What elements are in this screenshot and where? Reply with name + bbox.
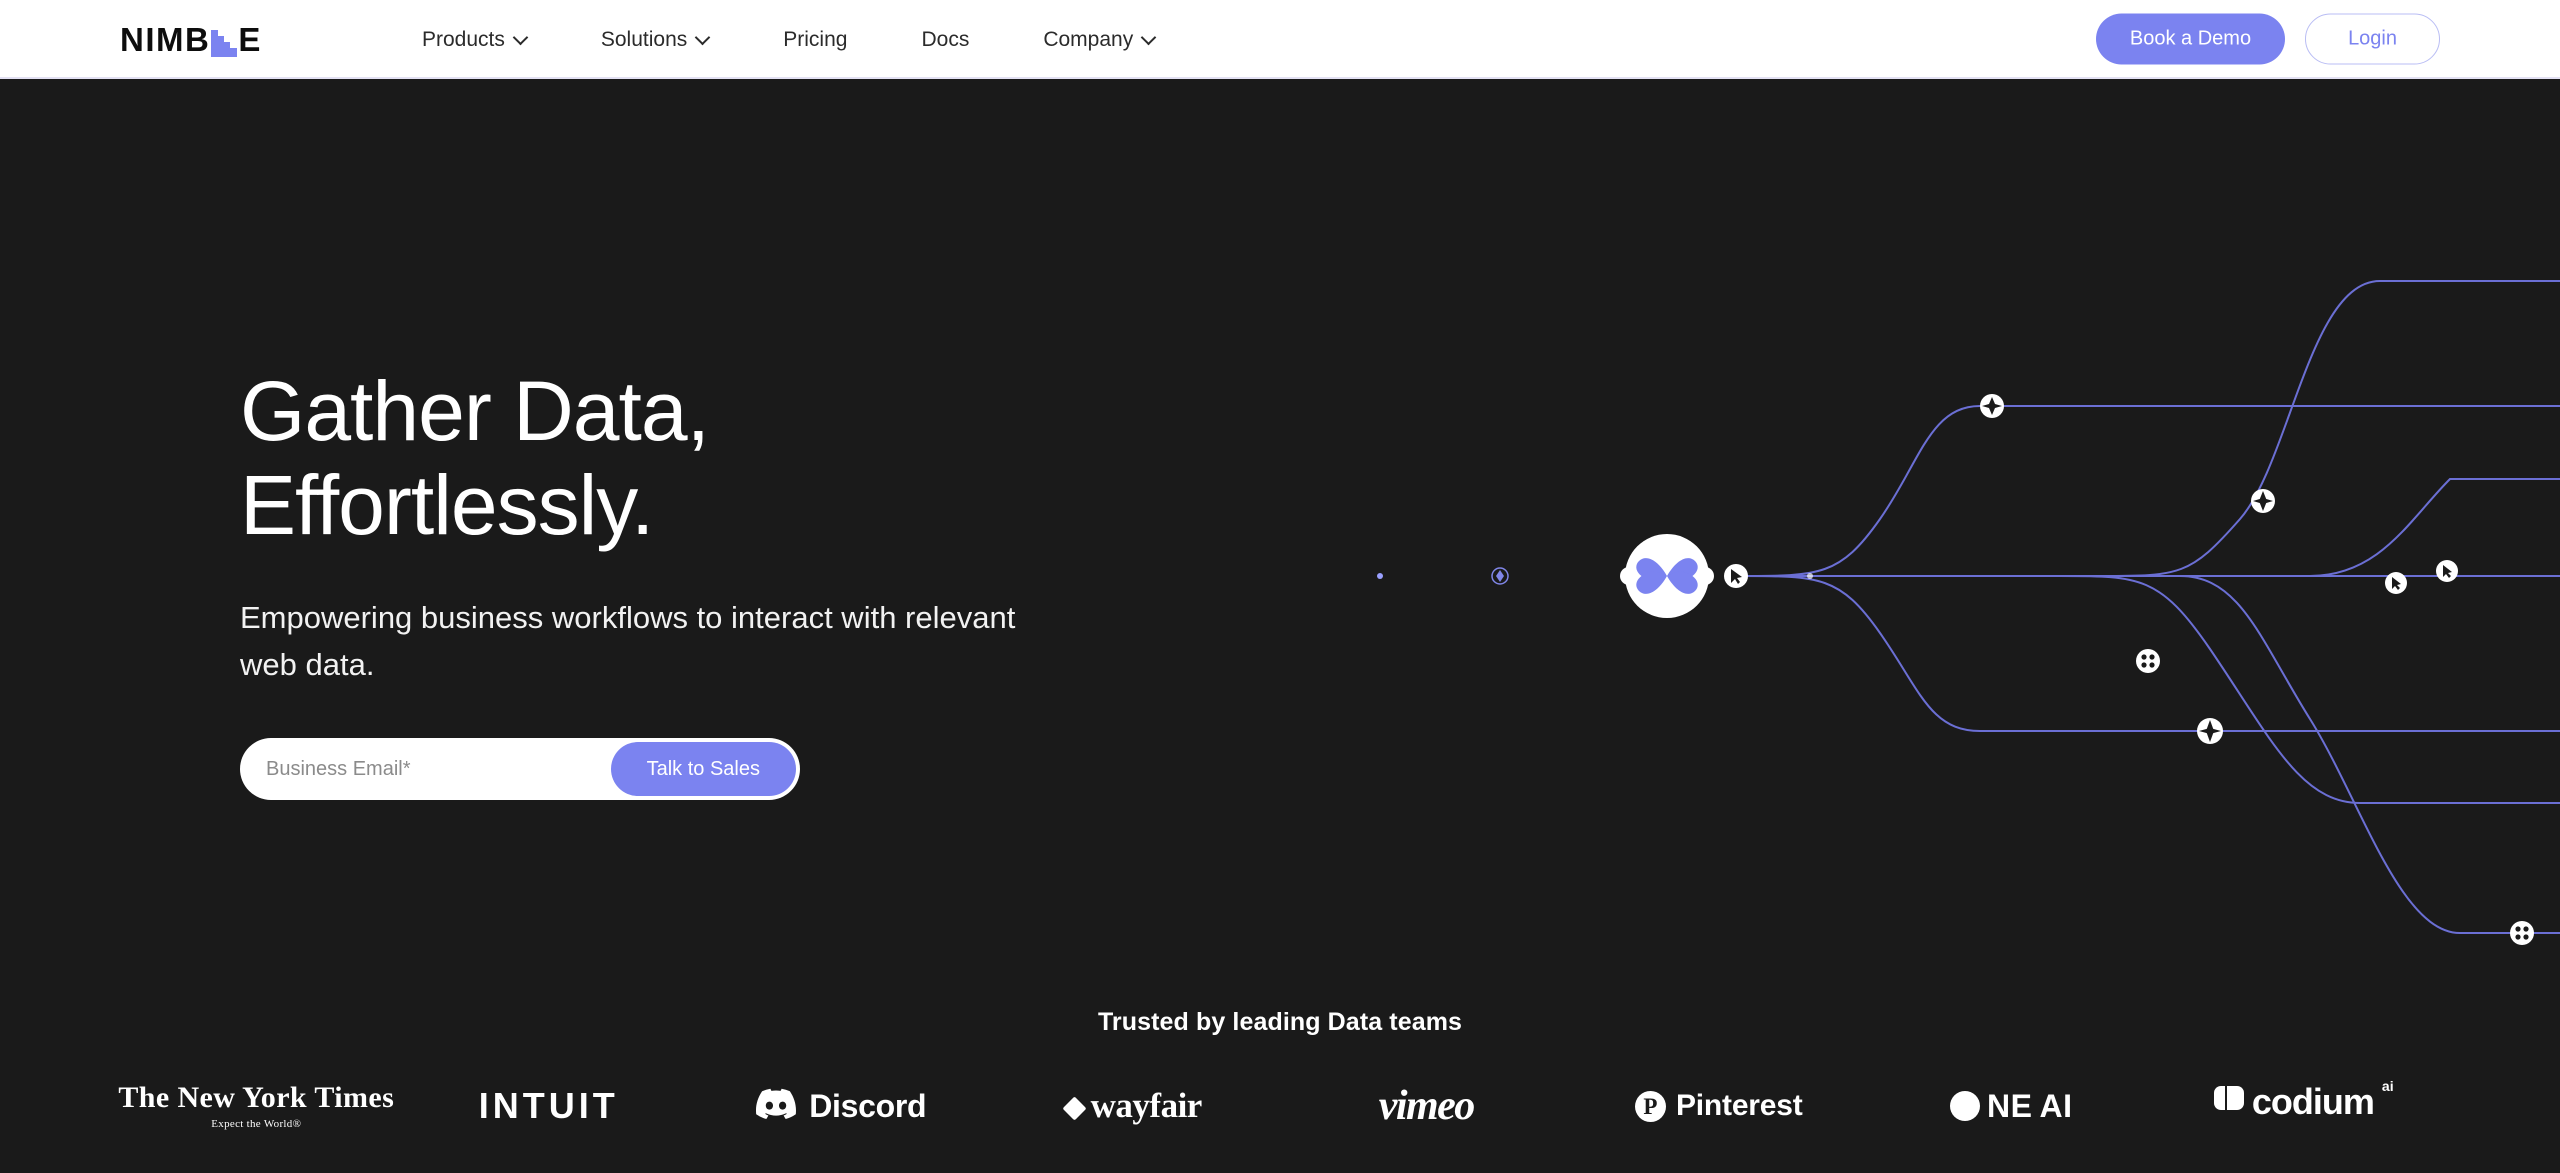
grid-dots-icon-node	[2136, 649, 2160, 673]
chevron-down-icon	[696, 31, 709, 44]
discord-logo-text: Discord	[809, 1087, 927, 1124]
pinterest-logo-text: Pinterest	[1675, 1089, 1803, 1122]
diamond-icon-node	[2251, 489, 2275, 513]
nyt-logo-text: The New York Times	[118, 1080, 395, 1114]
stairs-chart-icon	[211, 29, 238, 57]
login-button[interactable]: Login	[2305, 13, 2440, 64]
spine-dot	[1807, 573, 1813, 579]
header-actions: Book a Demo Login	[2095, 13, 2440, 64]
oneai-logo-text-part2: AI	[2039, 1087, 2073, 1124]
client-logo-nyt: The New York Times Expect the World®	[110, 1076, 403, 1136]
data-flow-diagram	[1180, 219, 2560, 999]
page-title: Gather Data, Effortlessly.	[240, 364, 1080, 552]
trusted-by-title: Trusted by leading Data teams	[1097, 1008, 1463, 1036]
grid-dots-icon-node	[2510, 921, 2534, 945]
hero-section: Gather Data, Effortlessly. Empowering bu…	[0, 79, 2560, 1173]
nav-item-company[interactable]: Company	[1021, 29, 1177, 50]
logo-text-before: NIMB	[120, 20, 211, 58]
codium-logo-text: codium	[2251, 1081, 2375, 1122]
main-navigation: Products Solutions Pricing Docs Company	[400, 0, 1177, 79]
nav-item-products[interactable]: Products	[400, 29, 549, 50]
client-logo-intuit: INTUIT	[478, 1085, 619, 1126]
pinterest-p-icon: P	[1634, 1090, 1666, 1122]
cursor-icon-node	[2436, 560, 2458, 582]
business-email-input[interactable]	[240, 742, 611, 797]
nav-item-pricing[interactable]: Pricing	[761, 29, 869, 50]
wayfair-diamond-icon	[1062, 1095, 1087, 1121]
nav-item-solutions[interactable]: Solutions	[579, 29, 731, 50]
spine-dot	[1377, 573, 1383, 579]
chevron-down-icon	[1142, 31, 1155, 44]
nimble-logo[interactable]: NIMB E	[120, 20, 262, 58]
site-header: NIMB E Products Solutions Pricing Docs C…	[0, 0, 2560, 79]
client-logo-wayfair: wayfair	[988, 1076, 1281, 1136]
hero-title-line-2: Effortlessly.	[240, 458, 654, 553]
sparkle-icon-node	[1980, 394, 2004, 418]
nyt-logo-tagline: Expect the World®	[211, 1117, 302, 1130]
client-logo-discord: Discord	[695, 1076, 988, 1136]
logo-text-after: E	[238, 20, 262, 58]
oneai-logo-text-part1: NE	[1987, 1087, 2033, 1124]
nav-label: Pricing	[783, 28, 848, 51]
nav-label: Company	[1043, 28, 1134, 51]
codium-mark-icon	[2213, 1086, 2244, 1110]
trusted-by-section: Trusted by leading Data teams The New Yo…	[0, 1008, 2560, 1173]
codium-logo-suffix: ai	[2381, 1078, 2394, 1094]
nav-label: Docs	[921, 28, 970, 51]
nav-label: Products	[422, 28, 505, 51]
client-logo-row: The New York Times Expect the World® INT…	[0, 1073, 2560, 1139]
discord-mascot-icon	[756, 1088, 797, 1124]
nav-label: Solutions	[600, 28, 688, 51]
cursor-icon-node	[2385, 572, 2407, 594]
client-logo-vimeo: vimeo	[1378, 1083, 1476, 1129]
wayfair-logo-text: wayfair	[1090, 1086, 1203, 1125]
hero-subtitle: Empowering business workflows to interac…	[240, 600, 1016, 683]
hero-title-line-1: Gather Data,	[240, 364, 710, 458]
client-logo-pinterest: P Pinterest	[1573, 1076, 1866, 1136]
client-logo-oneai: NE AI	[1865, 1076, 2158, 1136]
diamond-icon-node	[2197, 718, 2223, 744]
oneai-circle-icon	[1950, 1091, 1981, 1121]
hero-copy: Gather Data, Effortlessly. Empowering bu…	[240, 364, 1080, 801]
book-a-demo-button[interactable]: Book a Demo	[2095, 13, 2286, 64]
nimble-pinwheel-hub-icon	[1620, 534, 1714, 618]
talk-to-sales-button[interactable]: Talk to Sales	[610, 742, 796, 797]
client-logo-codium: codium ai	[2158, 1076, 2451, 1136]
email-signup-form: Talk to Sales	[240, 738, 800, 801]
cursor-icon-node	[1724, 564, 1748, 588]
diamond-icon-node	[1491, 567, 1509, 585]
chevron-down-icon	[514, 31, 527, 44]
nav-item-docs[interactable]: Docs	[899, 29, 991, 50]
